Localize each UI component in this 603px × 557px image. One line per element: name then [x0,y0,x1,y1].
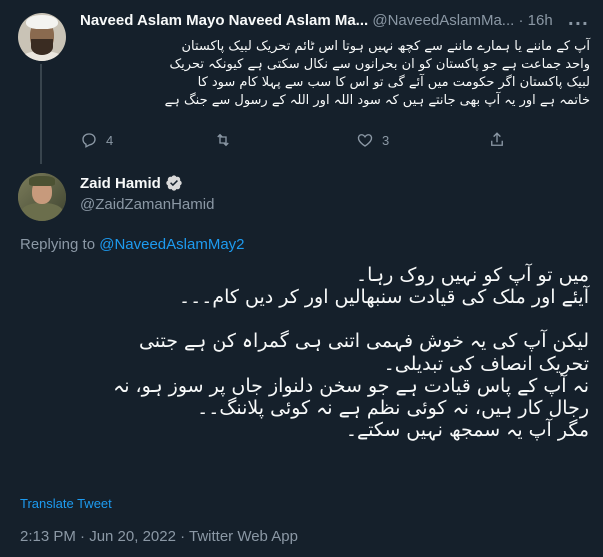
parent-tweet-header: Naveed Aslam Mayo Naveed Aslam Ma... @Na… [80,12,590,32]
main-text-line: تحریک انصاف کی تبدیلی۔ [383,352,589,375]
parent-tweet-time[interactable]: 16h [528,12,553,29]
parent-text-line: لبیک پاکستان اگر حکومت میں آئے گی تو اس … [197,75,590,90]
translate-tweet-link[interactable]: Translate Tweet [20,496,112,511]
retweet-icon [217,133,229,147]
replying-prefix: Replying to [20,236,96,253]
main-text-line: آیئے اور ملک کی قیادت سنبھالیں اور کر دی… [178,286,589,309]
parent-text-line: واحد جماعت ہے جو پاکستان کو ان بحرانوں س… [169,57,590,72]
retweet-action[interactable] [214,131,240,149]
reply-count: 4 [106,132,114,148]
thread-connector-line [40,64,42,164]
share-icon [491,132,503,146]
main-text-line: مگر آپ یہ سمجھ نہیں سکتے۔ [345,419,589,442]
main-text-line [14,308,589,330]
main-author-avatar[interactable] [18,173,66,221]
main-text-line: رجال کار ہیں، نہ کوئی نظم ہے نہ کوئی پلا… [197,397,589,420]
parent-text-line: آپ کے ماننے یا ہمارے ماننے سے کچھ نہیں ہ… [181,39,590,54]
replying-to-handle-link[interactable]: @NaveedAslamMay2 [99,236,244,253]
main-tweet-author: Zaid Hamid @ZaidZamanHamid [0,160,603,221]
parent-author-avatar[interactable] [18,13,66,61]
main-text-line: نہ آپ کے پاس قیادت ہے جو سخن دلنواز جاں … [113,374,589,397]
parent-tweet[interactable]: Naveed Aslam Mayo Naveed Aslam Ma... @Na… [0,0,603,164]
like-count: 3 [382,132,390,148]
main-text-line: میں تو آپ کو نہیں روک رہا۔ [356,264,589,286]
verified-badge-icon [166,175,182,191]
parent-tweet-actions: 4 3 [80,131,560,151]
main-author-name-row[interactable]: Zaid Hamid [80,174,183,192]
main-tweet-text: میں تو آپ کو نہیں روک رہا۔ آیئے اور ملک … [14,264,589,441]
parent-text-line: خاتمہ ہے اور یہ آپ بھی جانتے ہیں کہ سود … [164,93,590,108]
main-author-handle[interactable]: @ZaidZamanHamid [80,196,214,213]
parent-author-name[interactable]: Naveed Aslam Mayo Naveed Aslam Ma... [80,12,368,29]
like-action[interactable]: 3 [356,131,389,149]
reply-icon [82,133,96,148]
header-separator: · [518,12,524,29]
replying-to: Replying to @NaveedAslamMay2 [20,236,245,253]
parent-tweet-text: آپ کے ماننے یا ہمارے ماننے سے کچھ نہیں ہ… [78,38,590,110]
tweet-timestamp[interactable]: 2:13 PM · Jun 20, 2022 · Twitter Web App [20,528,298,545]
reply-action[interactable]: 4 [80,131,113,149]
share-action[interactable] [488,131,506,149]
more-horizontal-icon[interactable]: ··· [568,14,589,33]
main-author-name[interactable]: Zaid Hamid [80,175,161,192]
heart-icon [357,134,373,147]
parent-author-handle[interactable]: @NaveedAslamMa... [372,12,514,29]
main-text-line: لیکن آپ کی یہ خوش فہمی اتنی ہی گمراہ کن … [138,330,589,353]
